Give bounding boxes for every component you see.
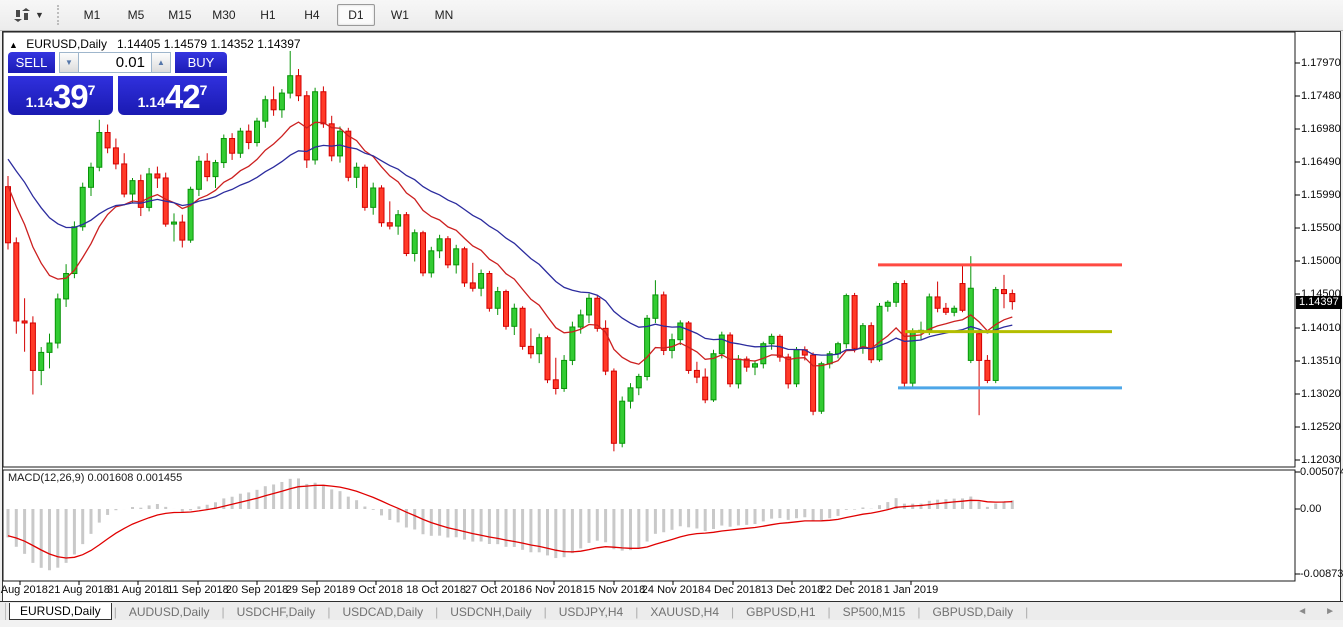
buy-button[interactable]: BUY: [175, 52, 227, 73]
price-axis-tick: 1.12030: [1301, 454, 1341, 466]
tab-divider: |: [327, 605, 330, 619]
price-axis-tick: 1.15990: [1301, 189, 1341, 201]
chart-window[interactable]: [2, 31, 1341, 602]
chart-tab-audusd-daily[interactable]: AUDUSD,Daily: [119, 604, 220, 620]
chart-tab-usdjpy-h4[interactable]: USDJPY,H4: [549, 604, 633, 620]
tab-divider: |: [1025, 605, 1028, 619]
timeframe-button-w1[interactable]: W1: [381, 4, 419, 26]
ohlc-close: 1.14397: [257, 37, 300, 51]
ohlc-low: 1.14352: [210, 37, 253, 51]
macd-axis-tick: 0.005074: [1300, 466, 1343, 478]
date-axis-tick: 1 Jan 2019: [884, 584, 938, 596]
date-axis-tick: 13 Dec 2018: [761, 584, 823, 596]
timeframe-button-h1[interactable]: H1: [249, 4, 287, 26]
chart-tab-xauusd-h4[interactable]: XAUUSD,H4: [640, 604, 729, 620]
chevron-down-icon: ▼: [35, 10, 44, 20]
collapse-triangle-icon[interactable]: ▲: [9, 40, 18, 50]
chart-tab-gbpusd-h1[interactable]: GBPUSD,H1: [736, 604, 825, 620]
buy-price-prefix: 1.14: [138, 94, 165, 110]
buy-price-point: 7: [200, 82, 208, 98]
sell-button[interactable]: SELL: [8, 52, 55, 73]
one-click-trading-panel: SELL ▼ 0.01 ▲ BUY 1.14 39 7 1.14 42 7: [8, 52, 227, 112]
tab-divider: |: [635, 605, 638, 619]
macd-indicator-label: MACD(12,26,9) 0.001608 0.001455: [8, 472, 182, 484]
date-axis-tick: 24 Nov 2018: [642, 584, 704, 596]
macd-axis-tick: -0.00873: [1300, 568, 1343, 580]
chart-symbol-period: EURUSD,Daily: [26, 37, 107, 51]
tab-divider: |: [828, 605, 831, 619]
price-axis-tick: 1.12520: [1301, 421, 1341, 433]
ohlc-open: 1.14405: [117, 37, 160, 51]
ohlc-high: 1.14579: [164, 37, 207, 51]
price-axis-tick: 1.17480: [1301, 90, 1341, 102]
tab-divider: |: [435, 605, 438, 619]
date-axis-tick: 15 Nov 2018: [583, 584, 645, 596]
status-strip: [0, 620, 1343, 627]
sell-price-prefix: 1.14: [26, 94, 53, 110]
price-axis-tick: 1.16490: [1301, 156, 1341, 168]
date-axis-tick: 9 Aug 2018: [0, 584, 48, 596]
date-axis-tick: 11 Sep 2018: [167, 584, 229, 596]
macd-axis-tick: 0.00: [1300, 503, 1321, 515]
toolbar-drag-grip[interactable]: [57, 5, 62, 25]
price-axis-tick: 1.15000: [1301, 255, 1341, 267]
chart-tab-bar: EURUSD,Daily|AUDUSD,Daily|USDCHF,Daily|U…: [0, 601, 1343, 621]
price-axis-tick: 1.14010: [1301, 322, 1341, 334]
tab-divider: |: [731, 605, 734, 619]
timeframe-toolbar: ▼ M1 M5 M15 M30 H1 H4 D1 W1 MN: [0, 0, 1343, 31]
date-axis-tick: 9 Oct 2018: [349, 584, 403, 596]
tab-scroll-right-button[interactable]: ►: [1325, 606, 1335, 617]
current-price-tag: 1.14397: [1296, 296, 1342, 309]
chart-ohlc-title: ▲ EURUSD,Daily 1.14405 1.14579 1.14352 1…: [9, 37, 301, 51]
tab-divider: |: [917, 605, 920, 619]
timeframe-button-d1[interactable]: D1: [337, 4, 375, 26]
sell-price-point: 7: [88, 82, 96, 98]
date-axis-tick: 21 Aug 2018: [48, 584, 110, 596]
chart-tab-usdchf-daily[interactable]: USDCHF,Daily: [227, 604, 326, 620]
date-axis-tick: 27 Oct 2018: [465, 584, 525, 596]
timeframe-button-h4[interactable]: H4: [293, 4, 331, 26]
timeframe-button-m5[interactable]: M5: [117, 4, 155, 26]
volume-increase-button[interactable]: ▲: [151, 52, 171, 73]
price-axis-tick: 1.15500: [1301, 222, 1341, 234]
timeframe-button-m1[interactable]: M1: [73, 4, 111, 26]
timeframe-button-m30[interactable]: M30: [205, 4, 243, 26]
chart-tab-sp500-m15[interactable]: SP500,M15: [833, 604, 916, 620]
date-axis-tick: 4 Dec 2018: [705, 584, 761, 596]
timeframes-icon: [13, 8, 31, 22]
tab-scroll-left-button[interactable]: ◄: [1297, 606, 1307, 617]
volume-input[interactable]: 0.01: [79, 52, 151, 73]
date-axis-tick: 22 Dec 2018: [820, 584, 882, 596]
price-axis-tick: 1.17970: [1301, 57, 1341, 69]
timeframe-button-mn[interactable]: MN: [425, 4, 463, 26]
date-axis-tick: 31 Aug 2018: [107, 584, 169, 596]
price-axis-tick: 1.13510: [1301, 355, 1341, 367]
timeframe-button-m15[interactable]: M15: [161, 4, 199, 26]
chart-tab-eurusd-daily[interactable]: EURUSD,Daily: [9, 603, 112, 620]
chart-tab-usdcnh-daily[interactable]: USDCNH,Daily: [440, 604, 541, 620]
buy-price-pips: 42: [165, 82, 200, 112]
sell-price-display[interactable]: 1.14 39 7: [8, 76, 113, 115]
chart-tab-usdcad-daily[interactable]: USDCAD,Daily: [332, 604, 433, 620]
price-axis-tick: 1.16980: [1301, 123, 1341, 135]
volume-decrease-button[interactable]: ▼: [59, 52, 79, 73]
date-axis-tick: 6 Nov 2018: [526, 584, 582, 596]
date-axis-tick: 29 Sep 2018: [286, 584, 348, 596]
mt4-terminal: ▼ M1 M5 M15 M30 H1 H4 D1 W1 MN ▲ EURUSD,Daily 1.…: [0, 0, 1343, 627]
date-axis-tick: 20 Sep 2018: [226, 584, 288, 596]
timeframe-buttons: M1 M5 M15 M30 H1 H4 D1 W1 MN: [70, 4, 466, 26]
tab-divider: |: [114, 605, 117, 619]
date-axis-tick: 18 Oct 2018: [406, 584, 466, 596]
chart-tab-gbpusd-daily[interactable]: GBPUSD,Daily: [922, 604, 1023, 620]
sell-price-pips: 39: [53, 82, 88, 112]
tab-divider: |: [544, 605, 547, 619]
tab-bar-notch: [0, 603, 6, 620]
buy-price-display[interactable]: 1.14 42 7: [118, 76, 227, 115]
price-axis-tick: 1.13020: [1301, 388, 1341, 400]
periodicity-tool-button[interactable]: ▼: [10, 6, 47, 24]
tab-divider: |: [222, 605, 225, 619]
